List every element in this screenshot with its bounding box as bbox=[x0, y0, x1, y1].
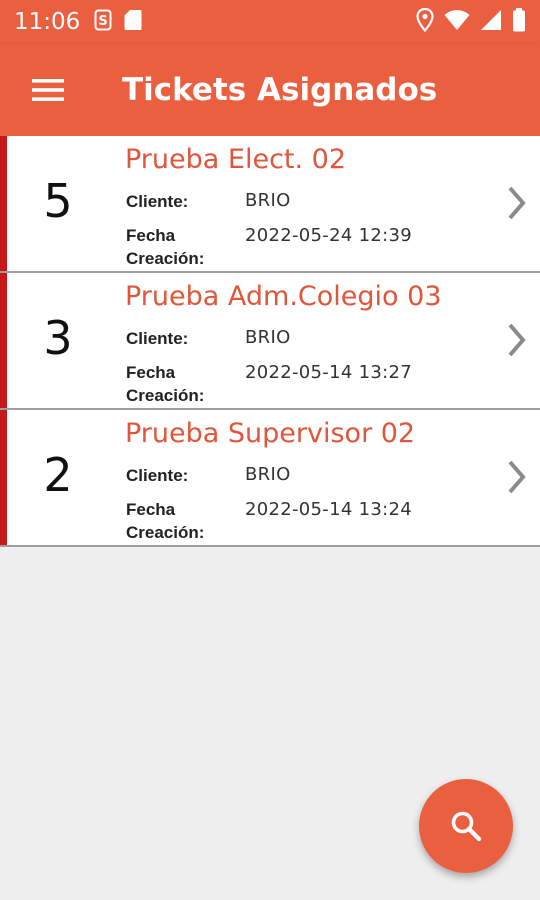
fecha-label-line-1: Fecha bbox=[126, 226, 176, 245]
sim-s-icon: S bbox=[94, 9, 112, 36]
wifi-icon bbox=[444, 9, 470, 36]
fecha-label-line-1: Fecha bbox=[126, 363, 176, 382]
ticket-title: Prueba Adm.Colegio 03 bbox=[125, 281, 442, 312]
chevron-right-icon bbox=[508, 323, 526, 357]
ticket-row[interactable]: 3 Prueba Adm.Colegio 03 Cliente: BRIO Fe… bbox=[0, 273, 540, 410]
cliente-value: BRIO bbox=[245, 190, 291, 211]
fecha-value: 2022-05-24 12:39 bbox=[245, 225, 413, 246]
cliente-label: Cliente: bbox=[126, 192, 189, 211]
ticket-accent-bar bbox=[0, 273, 7, 408]
search-icon bbox=[451, 811, 482, 842]
fecha-label: Fecha Creación: bbox=[126, 498, 204, 544]
fecha-label: Fecha Creación: bbox=[126, 224, 204, 270]
ticket-row[interactable]: 5 Prueba Elect. 02 Cliente: BRIO Fecha C… bbox=[0, 136, 540, 273]
fecha-label-line-2: Creación: bbox=[126, 386, 205, 405]
cliente-value: BRIO bbox=[245, 464, 291, 485]
menu-button[interactable] bbox=[28, 70, 68, 110]
sd-card-icon bbox=[124, 9, 142, 36]
ticket-title: Prueba Supervisor 02 bbox=[125, 418, 416, 449]
ticket-count: 2 bbox=[43, 448, 73, 502]
app-bar: Tickets Asignados bbox=[0, 44, 540, 136]
fecha-label-line-2: Creación: bbox=[126, 249, 205, 268]
page-title: Tickets Asignados bbox=[122, 72, 438, 108]
battery-icon bbox=[512, 7, 526, 37]
chevron-right-icon bbox=[508, 186, 526, 220]
fecha-label-line-2: Creación: bbox=[126, 523, 205, 542]
status-bar: 11:06 S bbox=[0, 0, 540, 44]
hamburger-menu-icon bbox=[32, 79, 64, 101]
ticket-accent-bar bbox=[0, 410, 7, 545]
signal-icon bbox=[480, 9, 502, 36]
chevron-right-icon bbox=[508, 460, 526, 494]
location-icon bbox=[416, 7, 434, 37]
ticket-count: 3 bbox=[43, 311, 73, 365]
svg-text:S: S bbox=[99, 14, 108, 29]
cliente-value: BRIO bbox=[245, 327, 291, 348]
fecha-label: Fecha Creación: bbox=[126, 361, 204, 407]
status-time: 11:06 bbox=[14, 9, 81, 35]
ticket-count: 5 bbox=[43, 174, 73, 228]
cliente-label: Cliente: bbox=[126, 329, 189, 348]
search-fab-button[interactable] bbox=[419, 779, 513, 873]
fecha-value: 2022-05-14 13:27 bbox=[245, 362, 413, 383]
ticket-accent-bar bbox=[0, 136, 7, 271]
ticket-row[interactable]: 2 Prueba Supervisor 02 Cliente: BRIO Fec… bbox=[0, 410, 540, 547]
fecha-value: 2022-05-14 13:24 bbox=[245, 499, 413, 520]
cliente-label: Cliente: bbox=[126, 466, 189, 485]
ticket-title: Prueba Elect. 02 bbox=[125, 144, 347, 175]
ticket-list: 5 Prueba Elect. 02 Cliente: BRIO Fecha C… bbox=[0, 136, 540, 547]
fecha-label-line-1: Fecha bbox=[126, 500, 176, 519]
